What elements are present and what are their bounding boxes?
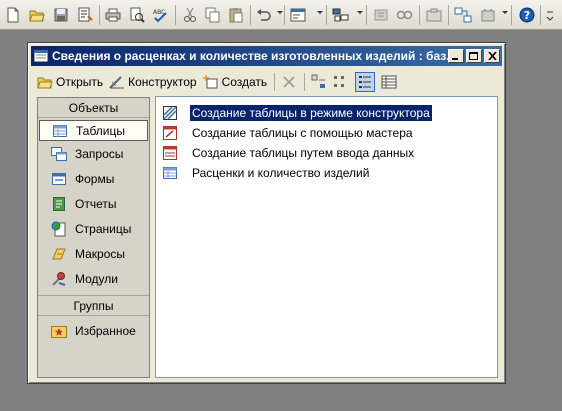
new-object-icon[interactable]	[478, 5, 498, 25]
window-toolbar: Открыть Конструктор Создать	[31, 69, 502, 95]
list-item-label: Создание таблицы с помощью мастера	[192, 125, 413, 140]
list-item-label: Создание таблицы в режиме конструктора	[189, 103, 433, 122]
details-view-icon[interactable]	[381, 74, 397, 90]
query-icon	[51, 146, 67, 162]
save-icon[interactable]	[51, 5, 71, 25]
sidebar-item-macros[interactable]: Макросы	[39, 241, 148, 266]
module-icon	[51, 271, 67, 287]
maximize-button[interactable]	[466, 49, 482, 63]
design-icon	[109, 76, 125, 89]
paste-icon[interactable]	[226, 5, 246, 25]
database-icon	[33, 49, 49, 63]
close-button[interactable]	[484, 49, 500, 63]
sidebar-item-label: Запросы	[75, 146, 124, 161]
sidebar-item-forms[interactable]: Формы	[39, 166, 148, 191]
copy-icon[interactable]	[203, 5, 223, 25]
groups-header[interactable]: Группы	[38, 295, 149, 316]
wizard-icon	[162, 125, 178, 141]
undo-icon[interactable]	[254, 5, 274, 25]
code-icon[interactable]	[288, 5, 308, 25]
maximize-icon	[469, 51, 478, 60]
objects-header[interactable]: Объекты	[38, 98, 149, 118]
cut-icon[interactable]	[180, 5, 200, 25]
spelling-icon[interactable]: ABC	[151, 5, 171, 25]
list-item[interactable]: Создание таблицы путем ввода данных	[162, 144, 416, 161]
large-icons-view-icon[interactable]	[311, 74, 327, 90]
relationships-diagram-icon[interactable]	[453, 5, 473, 25]
sidebar-item-favorites[interactable]: Избранное	[39, 318, 148, 343]
macro-icon	[51, 246, 67, 262]
object-list: Создание таблицы в режиме конструктора С…	[155, 96, 498, 378]
close-icon	[487, 52, 497, 60]
sidebar-item-label: Таблицы	[76, 123, 126, 138]
relationships-icon[interactable]	[395, 5, 415, 25]
favorites-icon	[51, 323, 67, 339]
open-icon	[37, 77, 53, 89]
preview-icon[interactable]	[127, 5, 147, 25]
window-titlebar[interactable]: Сведения о расценках и количестве изгото…	[31, 46, 502, 66]
sidebar-item-label: Избранное	[75, 323, 136, 338]
open-button[interactable]: Открыть	[37, 75, 103, 89]
data-entry-icon	[162, 145, 178, 161]
main-toolbar: ABC ?	[0, 0, 562, 30]
list-item[interactable]: Создание таблицы в режиме конструктора	[162, 103, 433, 122]
undo-dropdown-icon[interactable]	[277, 11, 283, 14]
svg-text:?: ?	[524, 9, 530, 22]
window-title: Сведения о расценках и количестве изгото…	[52, 49, 448, 63]
report-icon	[51, 196, 67, 212]
new-icon[interactable]	[3, 5, 23, 25]
small-icons-view-icon[interactable]	[333, 74, 349, 90]
sidebar-item-label: Страницы	[75, 221, 132, 236]
sidebar-item-label: Формы	[75, 171, 115, 186]
properties-icon[interactable]	[75, 5, 95, 25]
design-button[interactable]: Конструктор	[109, 75, 197, 89]
open-label: Открыть	[56, 75, 104, 89]
analyze-icon[interactable]	[331, 5, 351, 25]
sidebar-item-pages[interactable]: Страницы	[39, 216, 148, 241]
analyze-dropdown-icon[interactable]	[357, 11, 363, 14]
office-links-icon[interactable]	[371, 5, 391, 25]
toolbar-separator	[274, 73, 276, 91]
table-icon	[52, 123, 68, 139]
create-button[interactable]: Создать	[202, 75, 268, 89]
create-icon	[202, 75, 218, 89]
help-icon[interactable]: ?	[517, 5, 537, 25]
list-view-icon[interactable]	[355, 72, 376, 92]
toolbar-options-icon[interactable]	[543, 5, 557, 25]
list-item-label: Создание таблицы путем ввода данных	[192, 145, 415, 160]
sidebar-item-label: Модули	[75, 271, 118, 286]
minimize-button[interactable]	[448, 49, 464, 63]
sidebar-item-label: Макросы	[75, 246, 126, 261]
page-icon	[51, 221, 67, 237]
toolbar-separator	[304, 73, 306, 91]
design-label: Конструктор	[128, 75, 197, 89]
delete-icon[interactable]	[281, 74, 297, 90]
objects-bar: Объекты Таблицы Запросы Формы Отчеты Стр…	[37, 97, 150, 378]
properties-sheet-icon[interactable]	[424, 5, 444, 25]
sidebar-item-reports[interactable]: Отчеты	[39, 191, 148, 216]
minimize-icon	[452, 58, 458, 60]
list-item[interactable]: Создание таблицы с помощью мастера	[162, 124, 415, 141]
sidebar-item-label: Отчеты	[75, 196, 117, 211]
sidebar-item-queries[interactable]: Запросы	[39, 141, 148, 166]
create-label: Создать	[221, 75, 268, 89]
form-icon	[51, 171, 67, 187]
code-dropdown-icon[interactable]	[317, 11, 323, 14]
list-item-label: Расценки и количество изделий	[192, 165, 370, 180]
open-icon[interactable]	[27, 5, 47, 25]
new-object-dropdown-icon[interactable]	[502, 11, 508, 14]
list-item[interactable]: Расценки и количество изделий	[162, 164, 371, 181]
design-mode-icon	[162, 105, 178, 121]
database-window: Сведения о расценках и количестве изгото…	[27, 42, 506, 384]
table-icon	[162, 165, 178, 181]
print-icon[interactable]	[103, 5, 123, 25]
sidebar-item-modules[interactable]: Модули	[39, 266, 148, 291]
sidebar-item-tables[interactable]: Таблицы	[39, 120, 148, 141]
